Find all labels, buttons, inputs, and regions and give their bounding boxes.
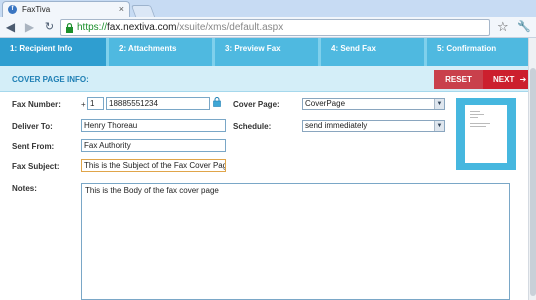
padlock-icon[interactable] (213, 97, 221, 107)
url-path: /xsuite/xms/default.aspx (176, 22, 284, 33)
address-bar[interactable]: https://fax.nextiva.com/xsuite/xms/defau… (60, 19, 490, 36)
reset-button[interactable]: RESET (434, 70, 483, 89)
chevron-down-icon: ▼ (434, 121, 444, 131)
step-preview-fax[interactable]: 3: Preview Fax (215, 38, 318, 66)
browser-tab-strip: f FaxTiva × (0, 0, 536, 17)
url-scheme: https:// (77, 22, 108, 33)
cover-page-label: Cover Page: (233, 100, 280, 109)
step-confirmation[interactable]: 5: Confirmation (427, 38, 528, 66)
wrench-menu-icon[interactable]: 🔧 (517, 20, 531, 35)
notes-label: Notes: (12, 184, 37, 193)
step-attachments[interactable]: 2: Attachments (109, 38, 212, 66)
preview-line (470, 111, 480, 112)
browser-toolbar: ◀ ▶ ↻ https://fax.nextiva.com/xsuite/xms… (0, 17, 536, 38)
fax-number-label: Fax Number: (12, 100, 61, 109)
plus-sign: + (81, 100, 86, 109)
preview-line (470, 126, 486, 127)
preview-line (470, 123, 490, 124)
cover-page-header: COVER PAGE INFO: RESET NEXT ➔ (0, 66, 528, 92)
cover-page-title: COVER PAGE INFO: (12, 75, 89, 84)
fax-subject-input[interactable]: This is the Subject of the Fax Cover Pag… (81, 159, 226, 172)
preview-line (470, 114, 484, 115)
page-scrollbar[interactable] (528, 38, 536, 300)
cover-page-preview[interactable] (456, 98, 516, 170)
notes-textarea[interactable]: This is the Body of the fax cover page (81, 183, 510, 300)
cover-page-select[interactable]: CoverPage ▼ (302, 98, 445, 110)
back-arrow-icon[interactable]: ◀ (3, 20, 18, 35)
wizard-steps: 1: Recipient Info 2: Attachments 3: Prev… (0, 38, 528, 66)
chevron-down-icon: ▼ (434, 99, 444, 109)
step-recipient-info[interactable]: 1: Recipient Info (0, 38, 106, 66)
fax-number-input[interactable]: 18885551234 (106, 97, 210, 110)
country-code-input[interactable]: 1 (87, 97, 104, 110)
scrollbar-thumb[interactable] (530, 68, 536, 296)
schedule-selected-value: send immediately (305, 121, 368, 130)
schedule-select[interactable]: send immediately ▼ (302, 120, 445, 132)
close-tab-icon[interactable]: × (119, 4, 124, 14)
fax-subject-label: Fax Subject: (12, 162, 60, 171)
preview-line (470, 117, 478, 118)
sent-from-label: Sent From: (12, 142, 55, 151)
deliver-to-input[interactable]: Henry Thoreau (81, 119, 226, 132)
step-send-fax[interactable]: 4: Send Fax (321, 38, 424, 66)
browser-tab-title: FaxTiva (22, 5, 51, 14)
url-text: https://fax.nextiva.com/xsuite/xms/defau… (77, 22, 283, 33)
secure-lock-icon (66, 23, 73, 33)
cover-page-thumbnail (465, 105, 507, 163)
schedule-label: Schedule: (233, 122, 272, 131)
next-button-label: NEXT (493, 75, 515, 84)
deliver-to-label: Deliver To: (12, 122, 53, 131)
forward-arrow-icon[interactable]: ▶ (22, 20, 37, 35)
new-tab-button[interactable] (130, 5, 156, 17)
cover-page-selected-value: CoverPage (305, 99, 346, 108)
next-arrow-icon: ➔ (519, 75, 527, 84)
next-button[interactable]: NEXT ➔ (483, 70, 528, 89)
bookmark-star-icon[interactable]: ☆ (497, 19, 509, 34)
url-host: fax.nextiva.com (107, 22, 177, 33)
browser-tab[interactable]: f FaxTiva × (2, 1, 130, 17)
reload-icon[interactable]: ↻ (42, 20, 57, 35)
sent-from-input[interactable]: Fax Authority (81, 139, 226, 152)
faxtiva-favicon-icon: f (8, 5, 17, 14)
